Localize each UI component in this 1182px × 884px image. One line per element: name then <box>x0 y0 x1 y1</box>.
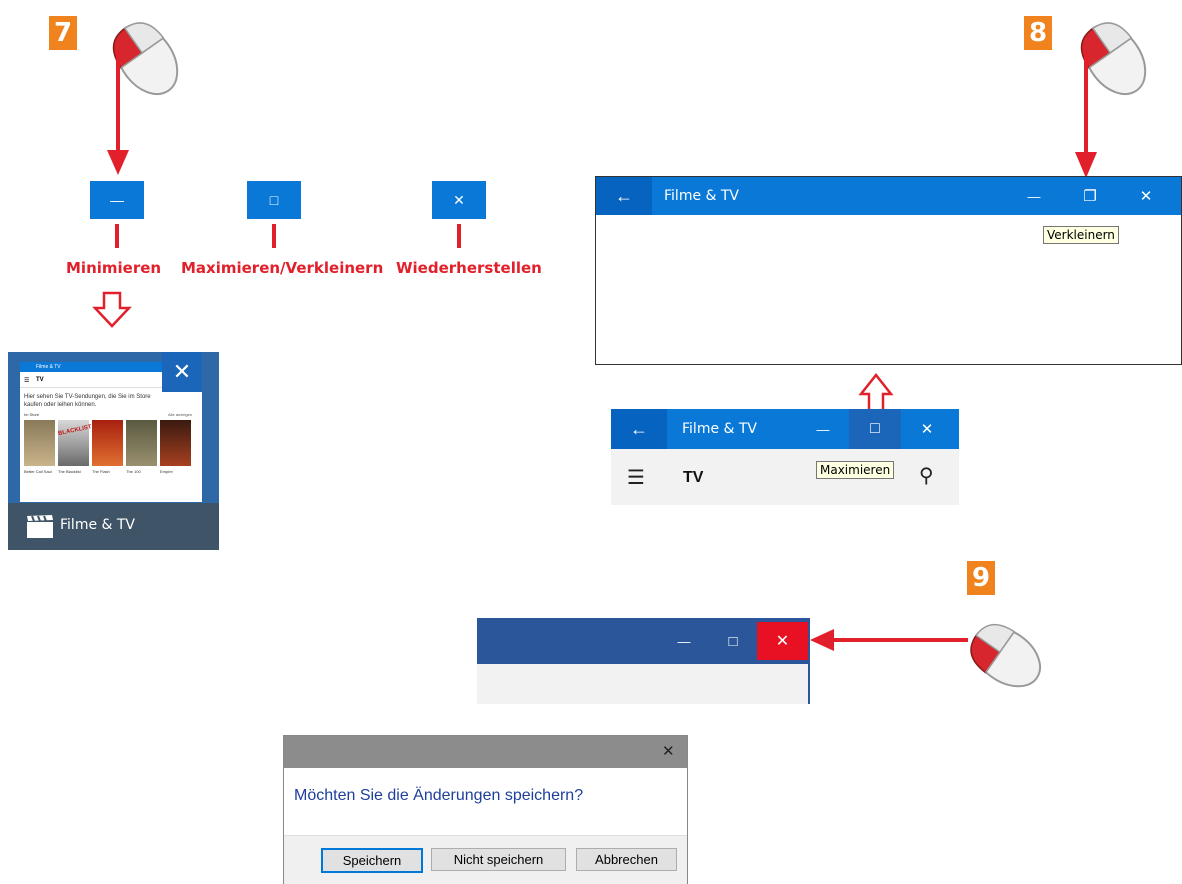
title-bar: ← Filme & TV — □ ✕ <box>611 409 959 449</box>
thumb-image: BLACKLIST <box>57 420 93 466</box>
minimize-button[interactable]: — <box>661 618 707 664</box>
maximize-button[interactable]: □ <box>849 409 901 449</box>
taskbar-preview[interactable]: Filme & TV ☰ TV Hier sehen Sie TV-Sendun… <box>8 352 219 550</box>
thumb-image <box>160 420 191 466</box>
preview-sub: Im Store <box>24 412 40 417</box>
preview-heading: TV <box>36 377 44 383</box>
app-window-maximized: ← Filme & TV — ❐ ✕ Verkleinern <box>595 176 1182 365</box>
maximize-button[interactable]: □ <box>247 181 301 219</box>
minimize-button[interactable]: — <box>90 181 144 219</box>
clapperboard-icon <box>27 515 53 538</box>
thumb-caption: The Flash <box>92 469 110 474</box>
minimize-button[interactable]: — <box>797 409 849 449</box>
connector-line <box>272 224 276 248</box>
app-window-restored: ← Filme & TV — □ ✕ ☰ TV Maximieren ⚲ <box>611 409 959 505</box>
page-heading: TV <box>683 469 704 486</box>
save-button[interactable]: Speichern <box>321 848 423 873</box>
title-bar: ← Filme & TV — ❐ ✕ <box>596 177 1181 215</box>
close-button[interactable]: ✕ <box>757 622 808 660</box>
arrow-left-icon <box>810 629 968 651</box>
close-button[interactable]: ✕ <box>901 409 953 449</box>
minimize-button[interactable]: — <box>1006 177 1062 215</box>
menu-icon[interactable]: ☰ <box>627 465 645 490</box>
close-button[interactable]: ✕ <box>432 181 486 219</box>
thumb-caption: The 100 <box>126 469 141 474</box>
restore-button[interactable]: ❐ <box>1062 177 1118 215</box>
close-label: Wiederherstellen <box>396 259 542 277</box>
close-button[interactable]: ✕ <box>1118 177 1174 215</box>
save-dialog: ✕ Möchten Sie die Änderungen speichern? … <box>283 735 688 884</box>
minimize-label: Minimieren <box>66 259 162 277</box>
mouse-icon <box>970 623 1041 688</box>
thumb-image <box>92 420 123 466</box>
search-icon[interactable]: ⚲ <box>919 463 934 488</box>
connector-line <box>115 224 119 248</box>
cancel-button[interactable]: Abbrechen <box>576 848 677 871</box>
taskbar-app-name: Filme & TV <box>60 517 136 533</box>
thumb-image <box>126 420 157 466</box>
hollow-arrow-down-icon <box>92 291 132 328</box>
window-title: Filme & TV <box>664 188 740 204</box>
hollow-arrow-up-icon <box>858 372 894 414</box>
dialog-button-bar: Speichern Nicht speichern Abbrechen <box>284 835 687 884</box>
connector-line <box>457 224 461 248</box>
thumb-caption: The Blacklist <box>58 469 81 474</box>
tooltip: Maximieren <box>816 461 895 479</box>
preview-close-button[interactable]: ✕ <box>162 352 202 392</box>
step-8-badge: 8 <box>1024 16 1052 50</box>
window-title: Filme & TV <box>682 421 758 437</box>
tooltip: Verkleinern <box>1043 226 1119 244</box>
back-button[interactable]: ← <box>596 177 652 215</box>
dialog-close-button[interactable]: ✕ <box>662 742 675 760</box>
taskbar-button[interactable]: Filme & TV <box>8 503 219 550</box>
dialog-title-bar: ✕ <box>284 736 687 768</box>
maximize-label: Maximieren/Verkleinern <box>181 259 384 277</box>
thumb-image <box>24 420 55 466</box>
arrow-down-icon <box>1075 52 1097 178</box>
step-7-badge: 7 <box>49 16 77 50</box>
thumb-caption: Empire <box>160 469 173 474</box>
word-window: — □ ✕ <box>477 618 810 704</box>
preview-link: Alle anzeigen <box>168 412 193 417</box>
arrow-down-icon <box>107 50 129 175</box>
step-9-badge: 9 <box>967 561 995 595</box>
title-bar: — □ ✕ <box>477 618 808 664</box>
thumb-title-text: BLACKLIST <box>57 424 93 438</box>
dialog-message: Möchten Sie die Änderungen speichern? <box>294 787 584 804</box>
thumb-caption: Better Call Saul <box>24 469 52 474</box>
back-button[interactable]: ← <box>611 409 667 449</box>
maximize-button[interactable]: □ <box>710 618 756 664</box>
dont-save-button[interactable]: Nicht speichern <box>431 848 566 871</box>
preview-text: Hier sehen Sie TV-Sendungen, die Sie im … <box>24 394 151 408</box>
menu-icon: ☰ <box>24 378 30 384</box>
